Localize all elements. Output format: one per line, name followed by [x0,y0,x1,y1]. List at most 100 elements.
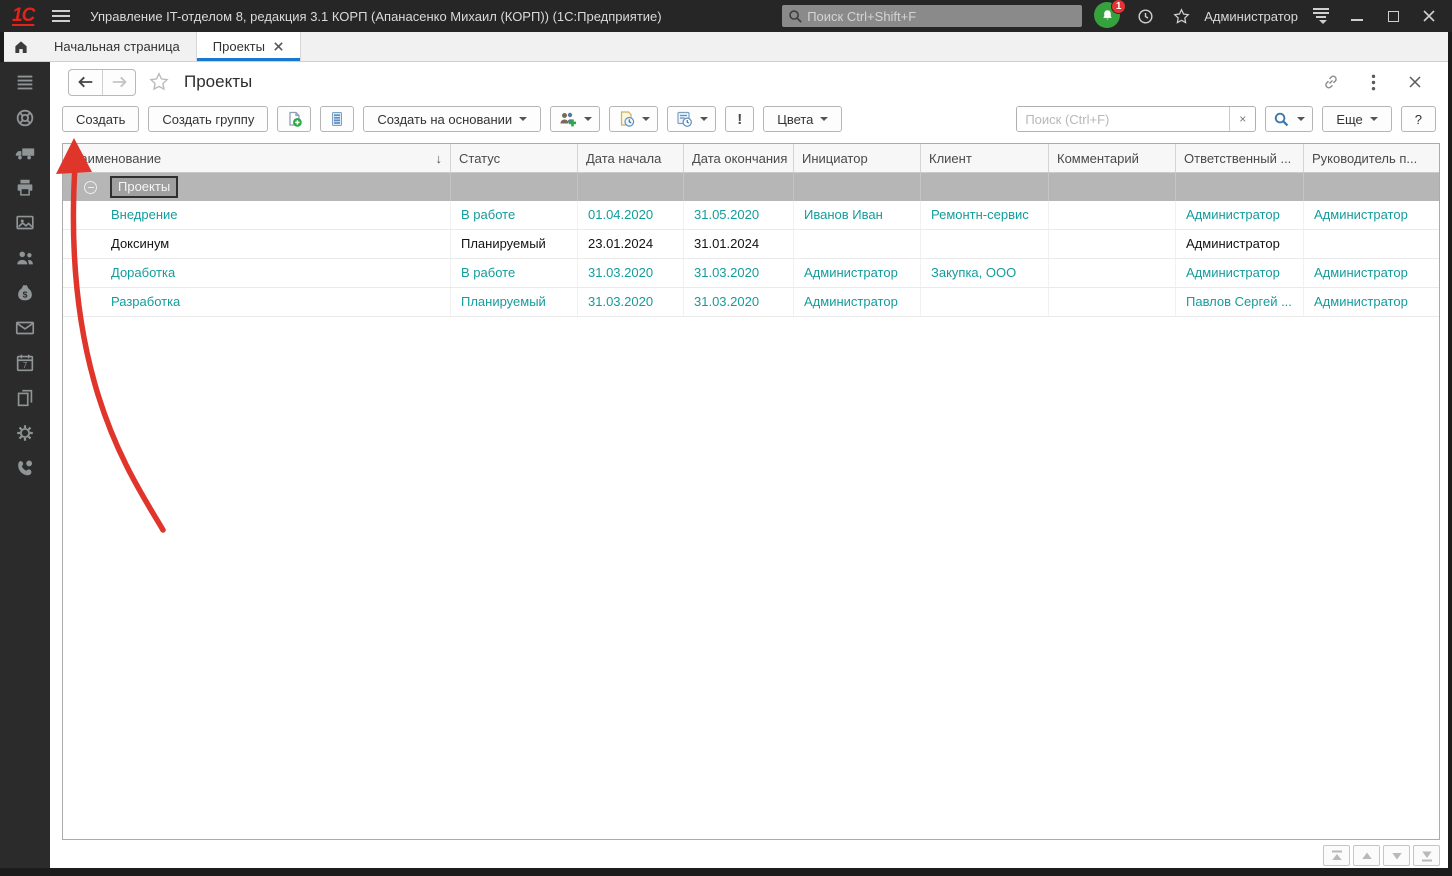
group-cell[interactable] [1049,173,1176,201]
search-settings-button[interactable] [1265,106,1313,132]
home-button[interactable] [4,32,38,61]
column-header[interactable]: Дата начала [578,144,684,172]
table-row[interactable]: ДоработкаВ работе31.03.202031.03.2020Адм… [63,259,1439,288]
table-cell[interactable] [1304,230,1440,258]
column-header[interactable]: Руководитель п... [1304,144,1440,172]
collapse-icon[interactable] [84,181,97,194]
settings-gear-icon[interactable] [14,422,36,444]
team-icon[interactable] [14,247,36,269]
table-cell[interactable]: Администратор [794,259,921,287]
column-header[interactable]: Инициатор [794,144,921,172]
table-cell[interactable]: В работе [451,259,578,287]
delivery-truck-icon[interactable] [14,142,36,164]
table-row[interactable]: ДоксинумПланируемый23.01.202431.01.2024А… [63,230,1439,259]
table-cell[interactable] [1049,230,1176,258]
column-header[interactable]: Ответственный ... [1176,144,1304,172]
list-search-input[interactable] [1017,107,1229,131]
help-button[interactable]: ? [1401,106,1436,132]
table-cell[interactable]: Администратор [1176,201,1304,229]
money-bag-icon[interactable]: $ [14,282,36,304]
table-cell[interactable]: Администратор [1176,230,1304,258]
table-cell[interactable]: Администратор [1304,288,1440,316]
group-cell[interactable] [451,173,578,201]
scroll-top-button[interactable] [1323,845,1350,866]
table-cell[interactable]: 31.03.2020 [684,259,794,287]
colors-button[interactable]: Цвета [763,106,842,132]
clear-search-button[interactable]: × [1229,107,1255,131]
photos-icon[interactable] [14,212,36,234]
main-menu-icon[interactable] [14,72,36,94]
group-cell[interactable] [921,173,1049,201]
table-cell[interactable]: Иванов Иван [794,201,921,229]
create-button[interactable]: Создать [62,106,139,132]
scroll-down-button[interactable] [1383,845,1410,866]
back-button[interactable] [69,70,102,95]
help-lifebuoy-icon[interactable] [14,107,36,129]
table-cell[interactable]: В работе [451,201,578,229]
table-row[interactable]: ВнедрениеВ работе01.04.202031.05.2020Ива… [63,201,1439,230]
table-row[interactable]: РазработкаПланируемый31.03.202031.03.202… [63,288,1439,317]
scroll-bottom-button[interactable] [1413,845,1440,866]
documents-icon[interactable] [14,387,36,409]
more-menu-button[interactable] [1362,71,1384,93]
calendar-icon[interactable]: 7 [14,352,36,374]
more-button[interactable]: Еще [1322,106,1391,132]
column-header[interactable]: Клиент [921,144,1049,172]
history-button[interactable] [1132,4,1158,28]
table-cell[interactable]: Разработка [63,288,451,316]
table-cell[interactable]: Ремонтн-сервис [921,201,1049,229]
create-group-button[interactable]: Создать группу [148,106,268,132]
main-menu-button[interactable] [48,5,74,27]
group-cell[interactable]: Проекты [63,173,451,201]
close-window-button[interactable] [1416,4,1442,28]
minimize-button[interactable] [1344,4,1370,28]
table-cell[interactable]: Павлов Сергей ... [1176,288,1304,316]
table-cell[interactable]: Планируемый [451,288,578,316]
table-cell[interactable] [1049,288,1176,316]
table-cell[interactable] [794,230,921,258]
table-cell[interactable]: 23.01.2024 [578,230,684,258]
support-phone-icon[interactable] [14,457,36,479]
create-based-on-button[interactable]: Создать на основании [363,106,541,132]
printer-icon[interactable] [14,177,36,199]
table-cell[interactable]: 31.01.2024 [684,230,794,258]
tab-home-page[interactable]: Начальная страница [38,32,197,61]
list-schedule-button[interactable] [667,106,716,132]
list-view-button[interactable] [320,106,354,132]
document-deadline-button[interactable] [609,106,658,132]
table-cell[interactable]: Закупка, ООО [921,259,1049,287]
column-header[interactable]: Статус [451,144,578,172]
favorites-button[interactable] [1168,4,1194,28]
table-cell[interactable] [1049,201,1176,229]
maximize-button[interactable] [1380,4,1406,28]
table-cell[interactable]: 01.04.2020 [578,201,684,229]
column-header[interactable]: Наименование↓ [63,144,451,172]
table-cell[interactable]: 31.05.2020 [684,201,794,229]
favorite-star-icon[interactable] [148,71,170,93]
current-user[interactable]: Администратор [1204,9,1298,24]
copy-button[interactable] [277,106,311,132]
forward-button[interactable] [102,70,135,95]
group-cell[interactable] [1176,173,1304,201]
group-cell[interactable] [578,173,684,201]
close-form-button[interactable] [1404,71,1426,93]
table-cell[interactable]: Администратор [1304,259,1440,287]
group-cell[interactable] [1304,173,1440,201]
table-cell[interactable] [921,230,1049,258]
table-cell[interactable] [1049,259,1176,287]
notifications-button[interactable]: 1 [1094,2,1122,30]
group-row[interactable]: Проекты [63,173,1439,201]
group-cell[interactable] [684,173,794,201]
mail-icon[interactable] [14,317,36,339]
get-link-button[interactable] [1320,71,1342,93]
table-cell[interactable] [921,288,1049,316]
global-search-input[interactable] [807,9,1076,24]
table-cell[interactable]: Администратор [1304,201,1440,229]
global-search[interactable] [782,5,1082,27]
service-menu-button[interactable] [1308,4,1334,28]
add-person-button[interactable] [550,106,600,132]
table-cell[interactable]: Администратор [1176,259,1304,287]
group-cell[interactable] [794,173,921,201]
table-cell[interactable]: Доксинум [63,230,451,258]
table-cell[interactable]: 31.03.2020 [578,259,684,287]
